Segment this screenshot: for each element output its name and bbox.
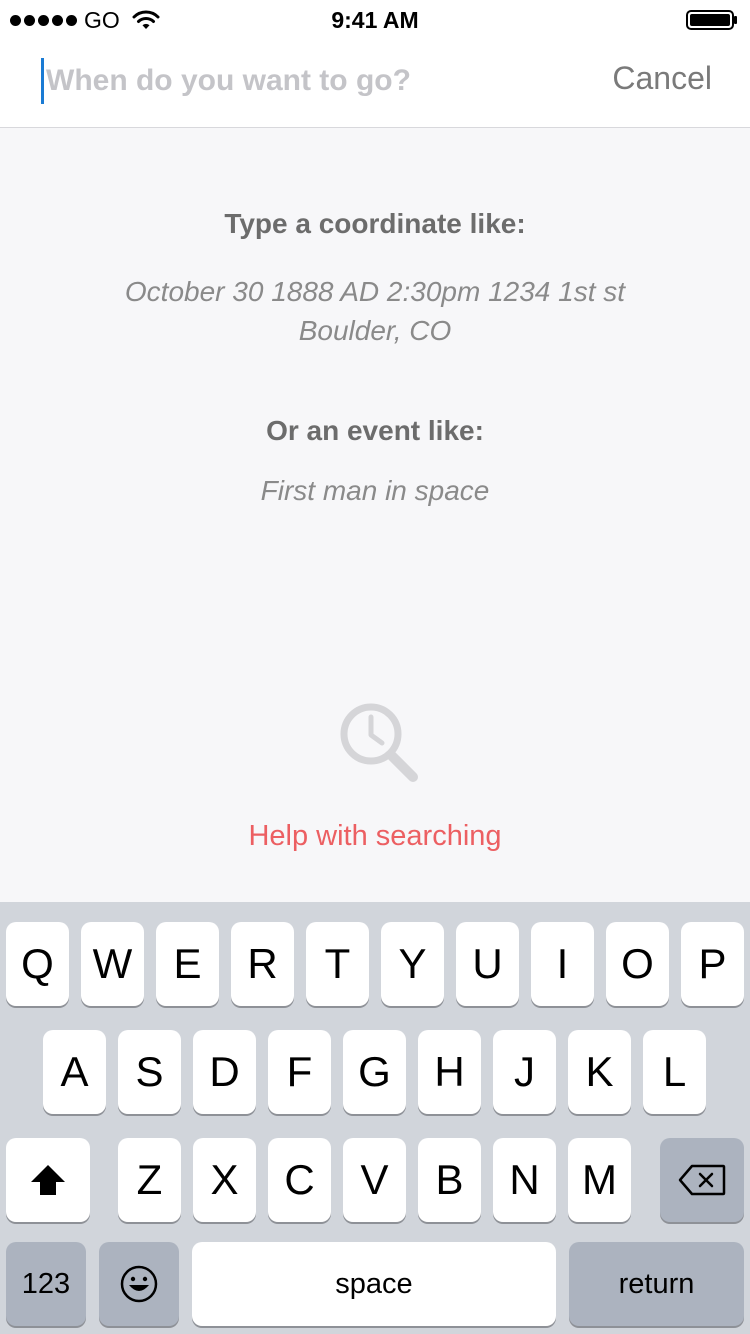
coordinate-example-line2: Boulder, CO	[298, 315, 452, 346]
key-t[interactable]: T	[306, 922, 369, 1006]
status-time: 9:41 AM	[331, 7, 419, 33]
key-k[interactable]: K	[568, 1030, 631, 1114]
key-o[interactable]: O	[606, 922, 669, 1006]
coordinate-hint-heading: Type a coordinate like:	[224, 208, 526, 239]
status-bar: GO 9:41 AM	[0, 0, 750, 40]
key-l[interactable]: L	[643, 1030, 706, 1114]
key-x[interactable]: X	[193, 1138, 256, 1222]
numbers-key[interactable]: 123	[6, 1242, 86, 1326]
emoji-key[interactable]	[99, 1242, 179, 1326]
event-example: First man in space	[260, 475, 490, 506]
key-n[interactable]: N	[493, 1138, 556, 1222]
return-key[interactable]: return	[569, 1242, 744, 1326]
search-bar: Cancel	[0, 40, 750, 128]
text-caret	[41, 58, 44, 104]
key-v[interactable]: V	[343, 1138, 406, 1222]
key-y[interactable]: Y	[381, 922, 444, 1006]
key-u[interactable]: U	[456, 922, 519, 1006]
search-input[interactable]	[46, 56, 566, 106]
coordinate-example-line1: October 30 1888 AD 2:30pm 1234 1st st	[124, 276, 626, 307]
key-c[interactable]: C	[268, 1138, 331, 1222]
shift-arrow-icon	[31, 1165, 65, 1195]
key-e[interactable]: E	[156, 922, 219, 1006]
key-f[interactable]: F	[268, 1030, 331, 1114]
cancel-button[interactable]: Cancel	[612, 60, 712, 97]
backspace-key[interactable]	[660, 1138, 744, 1222]
backspace-icon	[678, 1164, 726, 1196]
event-hint-heading: Or an event like:	[266, 415, 484, 446]
key-q[interactable]: Q	[6, 922, 69, 1006]
key-a[interactable]: A	[43, 1030, 106, 1114]
key-r[interactable]: R	[231, 922, 294, 1006]
key-b[interactable]: B	[418, 1138, 481, 1222]
key-g[interactable]: G	[343, 1030, 406, 1114]
key-p[interactable]: P	[681, 922, 744, 1006]
key-i[interactable]: I	[531, 922, 594, 1006]
key-s[interactable]: S	[118, 1030, 181, 1114]
shift-key[interactable]	[6, 1138, 90, 1222]
key-h[interactable]: H	[418, 1030, 481, 1114]
emoji-icon	[120, 1265, 158, 1303]
key-d[interactable]: D	[193, 1030, 256, 1114]
battery-icon	[686, 10, 737, 30]
help-with-searching-link[interactable]: Help with searching	[0, 820, 750, 853]
key-m[interactable]: M	[568, 1138, 631, 1222]
key-z[interactable]: Z	[118, 1138, 181, 1222]
key-w[interactable]: W	[81, 922, 144, 1006]
keyboard: Q W E R T Y U I O P A S D F G H J K L Z …	[0, 902, 750, 1334]
search-clock-icon	[340, 703, 418, 782]
space-key[interactable]: space	[192, 1242, 556, 1326]
key-j[interactable]: J	[493, 1030, 556, 1114]
